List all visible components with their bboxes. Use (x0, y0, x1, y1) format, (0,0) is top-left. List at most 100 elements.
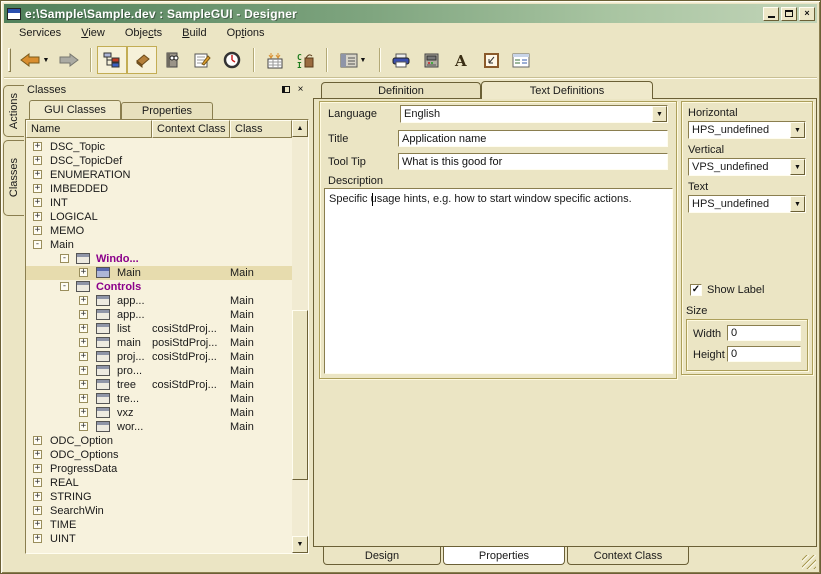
collapse-icon[interactable]: - (60, 254, 69, 263)
tree-row[interactable]: +MainMain (26, 266, 292, 280)
link-button[interactable] (476, 46, 506, 74)
tree-row[interactable]: +tre...Main (26, 392, 292, 406)
title-input[interactable] (398, 130, 668, 147)
show-label-checkbox[interactable]: ✓ Show Label (690, 284, 765, 296)
tab-properties-bottom[interactable]: Properties (443, 547, 565, 565)
resize-grip[interactable] (802, 555, 816, 569)
font-button[interactable]: A (446, 46, 476, 74)
tree-row[interactable]: +wor...Main (26, 420, 292, 434)
tree-row[interactable]: +proj...cosiStdProj...Main (26, 350, 292, 364)
tree-row[interactable]: +INT (26, 196, 292, 210)
tree-row[interactable]: -Controls (26, 280, 292, 294)
forward-button[interactable] (54, 46, 84, 74)
language-combo[interactable]: English ▼ (400, 105, 668, 123)
toolbar-grip[interactable] (8, 48, 11, 72)
expand-icon[interactable]: + (33, 170, 42, 179)
dock-button[interactable] (279, 84, 292, 96)
tree-row[interactable]: +DSC_Topic (26, 140, 292, 154)
back-button[interactable]: ▼ (14, 46, 54, 74)
expand-icon[interactable]: + (79, 380, 88, 389)
chevron-down-icon[interactable]: ▼ (790, 122, 805, 138)
menu-objects[interactable]: Objects (116, 25, 171, 41)
eraser-toggle[interactable] (127, 46, 157, 74)
expand-icon[interactable]: + (33, 212, 42, 221)
expand-icon[interactable]: + (33, 198, 42, 207)
width-input[interactable] (727, 325, 801, 341)
collapse-icon[interactable]: - (60, 282, 69, 291)
import-grid-button[interactable] (260, 46, 290, 74)
expand-icon[interactable]: + (79, 394, 88, 403)
expand-icon[interactable]: + (79, 408, 88, 417)
expand-icon[interactable]: + (33, 450, 42, 459)
expand-icon[interactable]: + (79, 338, 88, 347)
app-icon[interactable] (7, 8, 21, 20)
expand-icon[interactable]: + (79, 310, 88, 319)
tree-row[interactable]: +listcosiStdProj...Main (26, 322, 292, 336)
expand-icon[interactable]: + (33, 534, 42, 543)
description-textarea[interactable]: Specific usage hints, e.g. how to start … (324, 188, 673, 374)
scrollbar-track[interactable]: ▲ ▼ (292, 120, 308, 553)
tooltip-input[interactable] (398, 153, 668, 170)
tree-row[interactable]: +TIME (26, 518, 292, 532)
minimize-button[interactable] (763, 7, 779, 21)
expand-icon[interactable]: + (33, 226, 42, 235)
sidebar-tab-classes[interactable]: Classes (3, 140, 24, 216)
print-button[interactable] (386, 46, 416, 74)
tab-properties[interactable]: Properties (121, 102, 213, 119)
chevron-down-icon[interactable]: ▼ (360, 57, 367, 64)
expand-icon[interactable]: + (33, 464, 42, 473)
tree-row[interactable]: +ProgressData (26, 462, 292, 476)
expand-icon[interactable]: + (79, 268, 88, 277)
expand-icon[interactable]: + (79, 324, 88, 333)
expand-icon[interactable]: + (33, 142, 42, 151)
height-input[interactable] (727, 346, 801, 362)
tree-row[interactable]: -Main (26, 238, 292, 252)
expand-icon[interactable]: + (79, 422, 88, 431)
expand-icon[interactable]: + (33, 478, 42, 487)
edit-note-button[interactable] (187, 46, 217, 74)
expand-icon[interactable]: + (33, 184, 42, 193)
tree-row[interactable]: +vxzMain (26, 406, 292, 420)
maximize-button[interactable] (781, 7, 797, 21)
tree-row[interactable]: +app...Main (26, 308, 292, 322)
menu-options[interactable]: Options (218, 25, 274, 41)
window-selector-button[interactable]: ▼ (333, 46, 373, 74)
panel-close-button[interactable]: × (294, 84, 307, 96)
collapse-icon[interactable]: - (33, 240, 42, 249)
tab-definition[interactable]: Definition (321, 82, 481, 99)
text-combo[interactable]: HPS_undefined ▼ (688, 195, 806, 213)
tree-row[interactable]: +STRING (26, 490, 292, 504)
tree-row[interactable]: +app...Main (26, 294, 292, 308)
expand-icon[interactable]: + (79, 296, 88, 305)
scrollbar-thumb[interactable] (292, 310, 308, 480)
expand-icon[interactable]: + (79, 366, 88, 375)
chevron-down-icon[interactable]: ▼ (790, 196, 805, 212)
tree-row[interactable]: +MEMO (26, 224, 292, 238)
tree-row[interactable]: +DSC_TopicDef (26, 154, 292, 168)
expand-icon[interactable]: + (33, 520, 42, 529)
tab-gui-classes[interactable]: GUI Classes (29, 100, 121, 119)
tree-row[interactable]: +SearchWin (26, 504, 292, 518)
tree-row[interactable]: +treecosiStdProj...Main (26, 378, 292, 392)
sidebar-tab-actions[interactable]: Actions (3, 85, 24, 137)
code-generation-button[interactable]: C I (290, 46, 320, 74)
tree-row[interactable]: +ENUMERATION (26, 168, 292, 182)
chevron-down-icon[interactable]: ▼ (43, 57, 50, 64)
tree-row[interactable]: +UINT (26, 532, 292, 546)
horizontal-combo[interactable]: HPS_undefined ▼ (688, 121, 806, 139)
menu-build[interactable]: Build (173, 25, 215, 41)
tree-row[interactable]: +ODC_Option (26, 434, 292, 448)
clock-button[interactable] (217, 46, 247, 74)
scroll-up-button[interactable]: ▲ (292, 120, 308, 137)
window-list-button[interactable] (506, 46, 536, 74)
tab-design[interactable]: Design (323, 547, 441, 565)
class-hierarchy-toggle[interactable] (97, 46, 127, 74)
menu-services[interactable]: Services (10, 25, 70, 41)
column-header-name[interactable]: Name (26, 120, 152, 138)
close-button[interactable]: × (799, 7, 815, 21)
tree-row[interactable]: +REAL (26, 476, 292, 490)
tree-row[interactable]: +ODC_Options (26, 448, 292, 462)
tree-row[interactable]: +mainposiStdProj...Main (26, 336, 292, 350)
column-header-class[interactable]: Class (230, 120, 292, 138)
tree-row[interactable]: +LOGICAL (26, 210, 292, 224)
